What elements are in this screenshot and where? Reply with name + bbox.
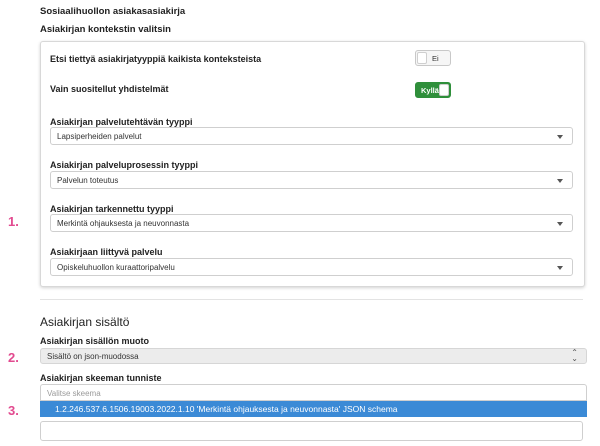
schema-id-label: Asiakirjan skeeman tunniste bbox=[40, 373, 162, 383]
chevron-down-icon bbox=[557, 266, 563, 270]
content-format-select[interactable]: Sisältö on json-muodossa ⌃ ⌄ bbox=[40, 348, 587, 364]
specified-type-select[interactable]: Merkintä ohjauksesta ja neuvonnasta bbox=[50, 214, 573, 232]
related-service-label: Asiakirjaan liittyvä palvelu bbox=[50, 247, 163, 257]
recommended-only-label: Vain suositellut yhdistelmät bbox=[50, 84, 169, 94]
service-task-type-label: Asiakirjan palvelutehtävän tyyppi bbox=[50, 117, 193, 127]
schema-option-text: 1.2.246.537.6.1506.19003.2022.1.10 'Merk… bbox=[55, 404, 398, 414]
service-task-type-value: Lapsiperheiden palvelut bbox=[57, 132, 142, 141]
recommended-only-toggle[interactable]: Kyllä bbox=[415, 82, 451, 98]
section-divider bbox=[40, 299, 583, 300]
specified-type-value: Merkintä ohjauksesta ja neuvonnasta bbox=[57, 219, 190, 228]
step-marker-1: 1. bbox=[8, 214, 19, 229]
schema-search-input[interactable]: Valitse skeema bbox=[40, 384, 587, 401]
content-format-label: Asiakirjan sisällön muoto bbox=[40, 336, 150, 346]
updown-chevron-icon: ⌃ ⌄ bbox=[571, 348, 578, 363]
related-service-value: Opiskeluhuollon kuraattoripalvelu bbox=[57, 263, 175, 272]
document-title: Sosiaalihuollon asiakasasiakirja bbox=[40, 6, 186, 17]
step-marker-2: 2. bbox=[8, 350, 19, 365]
schema-option-highlighted[interactable]: 1.2.246.537.6.1506.19003.2022.1.10 'Merk… bbox=[40, 401, 587, 417]
search-all-contexts-label: Etsi tiettyä asiakirjatyyppiä kaikista k… bbox=[50, 54, 262, 64]
service-task-type-select[interactable]: Lapsiperheiden palvelut bbox=[50, 127, 573, 145]
content-format-value: Sisältö on json-muodossa bbox=[47, 352, 139, 361]
content-section-title: Asiakirjan sisältö bbox=[40, 315, 130, 329]
related-service-select[interactable]: Opiskeluhuollon kuraattoripalvelu bbox=[50, 258, 573, 276]
context-selector-panel: Etsi tiettyä asiakirjatyyppiä kaikista k… bbox=[40, 41, 585, 287]
service-process-type-select[interactable]: Palvelun toteutus bbox=[50, 171, 573, 189]
toggle-off-text: Ei bbox=[432, 54, 439, 63]
service-process-type-label: Asiakirjan palveluprosessin tyyppi bbox=[50, 160, 199, 170]
search-all-contexts-toggle[interactable]: Ei bbox=[415, 50, 451, 66]
chevron-down-icon bbox=[557, 135, 563, 139]
specified-type-label: Asiakirjan tarkennettu tyyppi bbox=[50, 204, 174, 214]
context-selector-title: Asiakirjan kontekstin valitsin bbox=[40, 24, 171, 35]
toggle-knob bbox=[439, 84, 449, 96]
service-process-type-value: Palvelun toteutus bbox=[57, 176, 119, 185]
chevron-down-icon bbox=[557, 179, 563, 183]
schema-placeholder: Valitse skeema bbox=[47, 389, 101, 398]
empty-text-field[interactable] bbox=[40, 421, 583, 441]
toggle-knob bbox=[417, 52, 427, 64]
toggle-on-text: Kyllä bbox=[421, 86, 439, 95]
chevron-down-icon bbox=[557, 222, 563, 226]
step-marker-3: 3. bbox=[8, 403, 19, 418]
